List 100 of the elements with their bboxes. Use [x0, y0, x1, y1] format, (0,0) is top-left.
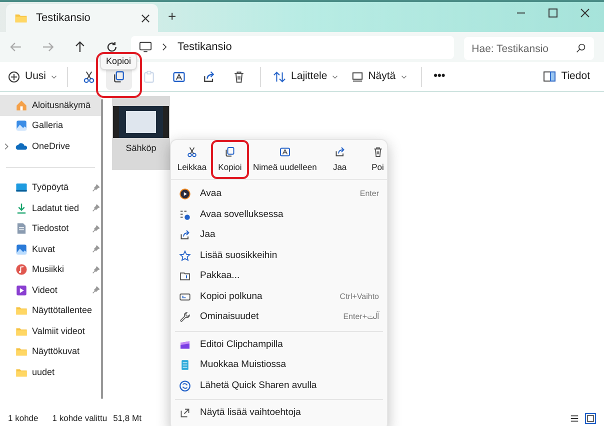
copy-icon: [112, 70, 126, 84]
more-button[interactable]: •••: [428, 68, 452, 85]
delete-button[interactable]: Poi: [358, 140, 387, 179]
panel-icon: [543, 71, 556, 82]
search-icon: [576, 42, 586, 52]
sidebar-item[interactable]: Musiikki: [0, 260, 101, 280]
shortcut-text: Ctrl+Vaihto: [340, 290, 379, 303]
scissors-icon: [186, 146, 198, 158]
clapper-icon: [179, 338, 191, 351]
sidebar-label: Aloitusnäkymä: [32, 98, 92, 112]
close-icon[interactable]: [580, 8, 590, 18]
sidebar-item[interactable]: uudet: [0, 362, 101, 382]
file-name: Sähköp: [126, 142, 156, 155]
share-icon: [334, 146, 346, 158]
music-icon: [15, 263, 28, 276]
address-path: Testikansio: [177, 40, 232, 55]
wrench-icon: [179, 311, 191, 324]
sidebar-item[interactable]: Ladatut tied: [0, 198, 101, 218]
sidebar-label: Näyttötallentee: [32, 304, 94, 317]
sidebar-item[interactable]: OneDrive: [0, 136, 101, 156]
share-button[interactable]: Jaa: [320, 140, 359, 179]
shortcut-text: Enter: [360, 188, 379, 200]
sidebar-label: uudet: [32, 366, 56, 378]
search-field[interactable]: Hae: Testikansio: [464, 37, 594, 60]
chevron-icon[interactable]: [4, 142, 9, 150]
sidebar-label: Ladatut tied: [32, 202, 80, 214]
maximize-icon[interactable]: [548, 8, 558, 18]
monitor-icon: [139, 41, 152, 53]
sidebar-item[interactable]: Aloitusnäkymä: [0, 95, 101, 116]
rename-button[interactable]: Nimeä uudelleen: [249, 140, 321, 179]
selection-info: 1 kohde valittu: [52, 412, 108, 424]
video-icon: [15, 284, 28, 297]
sidebar-label: Musiikki: [32, 263, 66, 276]
tile-view-icon[interactable]: [585, 412, 596, 424]
copy-button[interactable]: Kopioi: [211, 140, 249, 179]
copy-icon: [224, 146, 236, 158]
new-tab-button[interactable]: +: [168, 6, 176, 27]
sidebar-item[interactable]: Kuvat: [0, 239, 101, 260]
menu-item[interactable]: Lähetä Quick Sharen avulla: [171, 376, 387, 396]
sidebar-label: Näyttökuvat: [32, 345, 81, 358]
sidebar-item[interactable]: Näyttökuvat: [0, 342, 101, 362]
menu-item[interactable]: Kopioi polkuna Ctrl+Vaihto: [171, 286, 387, 307]
path-icon: [179, 290, 191, 303]
star-icon: [179, 250, 191, 262]
tab[interactable]: Testikansio: [6, 4, 158, 32]
document-icon: [15, 222, 28, 236]
item-count: 1 kohde: [8, 412, 38, 424]
list-view-icon[interactable]: [570, 414, 579, 422]
trash-icon: [232, 70, 246, 84]
video-thumbnail: [113, 106, 169, 138]
sidebar-label: Videot: [32, 284, 58, 296]
refresh-icon[interactable]: [106, 41, 118, 53]
sidebar-item[interactable]: Työpöytä: [0, 178, 101, 198]
menu-item[interactable]: Näytä lisää vaihtoehtoja: [171, 403, 387, 424]
menu-item[interactable]: Jaa: [171, 225, 387, 246]
sidebar-label: Valmiit videot: [32, 324, 86, 338]
menu-item[interactable]: Muokkaa Muistiossa: [171, 355, 387, 376]
sidebar-label: Galleria: [32, 119, 64, 132]
cut-button[interactable]: Leikkaa: [173, 140, 211, 179]
close-icon[interactable]: [141, 14, 150, 22]
file-tile[interactable]: Sähköp: [112, 96, 170, 170]
sidebar-item[interactable]: Tiedostot: [0, 218, 101, 239]
caret-icon: [332, 74, 338, 78]
sidebar-label: Työpöytä: [32, 181, 70, 194]
plus-circle-icon: [8, 70, 20, 82]
details-button[interactable]: Tiedot: [543, 68, 596, 84]
address-bar[interactable]: Testikansio: [131, 36, 454, 58]
sort-icon: [273, 70, 286, 82]
scissors-icon: [82, 70, 96, 84]
rename-icon: [278, 146, 291, 158]
house-icon: [15, 98, 28, 112]
play-icon: [179, 188, 191, 200]
sidebar-item[interactable]: Valmiit videot: [0, 321, 101, 342]
share-icon: [179, 229, 191, 242]
new-button[interactable]: Uusi: [8, 68, 68, 84]
caret-icon: [51, 74, 58, 78]
menu-item[interactable]: Pakkaa...: [171, 266, 387, 286]
up-arrow-icon[interactable]: [74, 41, 86, 53]
menu-item[interactable]: Avaa sovelluksessa: [171, 204, 387, 225]
paste-icon: [142, 70, 156, 84]
menu-item[interactable]: Avaa Enter: [171, 184, 387, 204]
selection-size: 51,8 Mt: [113, 412, 142, 424]
sidebar-item[interactable]: Galleria: [0, 116, 101, 136]
external-icon: [179, 407, 191, 420]
picture-icon: [15, 242, 28, 256]
menu-item[interactable]: Editoi Clipchampilla: [171, 334, 387, 355]
sidebar-item[interactable]: Näyttötallentee: [0, 300, 101, 321]
caret-icon: [400, 74, 407, 78]
monitor-icon: [352, 71, 364, 82]
sort-button[interactable]: Lajittele: [267, 68, 344, 84]
shortcut-text: Enter+آلت: [343, 311, 379, 324]
monitor-icon: [15, 181, 28, 194]
menu-item[interactable]: Lisää suosikkeihin: [171, 246, 387, 266]
download-icon: [15, 202, 28, 215]
sidebar-label: Kuvat: [32, 242, 56, 256]
sidebar-item[interactable]: Videot: [0, 280, 101, 300]
sidebar-label: OneDrive: [32, 140, 72, 152]
view-button[interactable]: Näytä: [344, 68, 415, 84]
trash-icon: [372, 146, 384, 158]
chevron-icon: [162, 43, 168, 51]
